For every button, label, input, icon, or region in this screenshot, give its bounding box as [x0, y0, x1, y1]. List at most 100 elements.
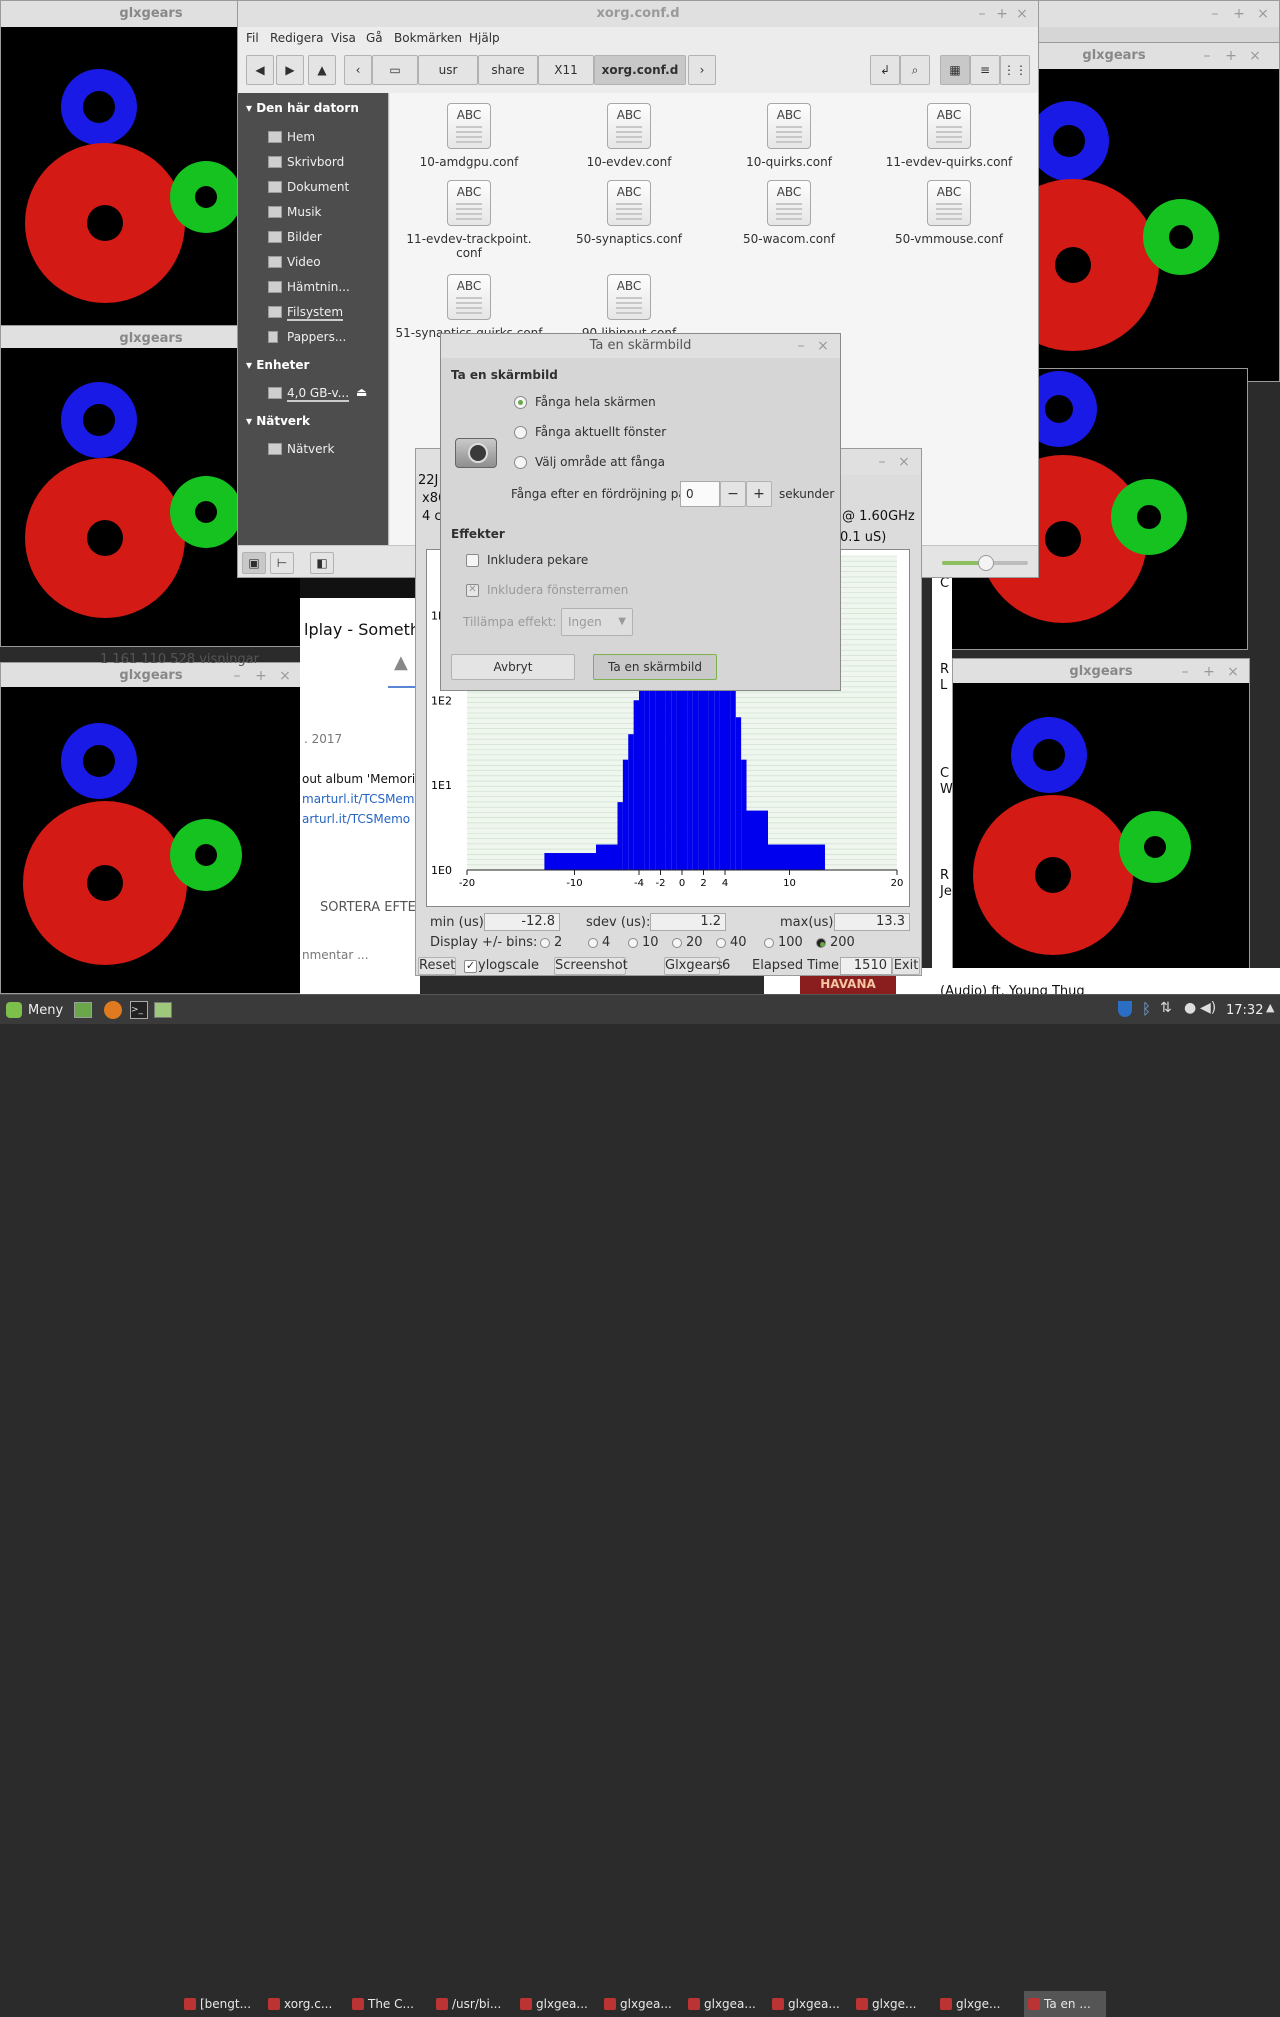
tray-arrow-icon[interactable]: ▲: [1266, 1001, 1274, 1014]
user-icon[interactable]: ●: [1184, 1000, 1196, 1016]
taskbar-window-button[interactable]: glxgea...: [684, 1991, 766, 2017]
list-view-button[interactable]: ≡: [970, 55, 1000, 85]
close-icon[interactable]: ×: [894, 449, 914, 475]
places-button[interactable]: ▣: [242, 552, 266, 574]
sidebar-video-title[interactable]: W: [940, 782, 953, 797]
close-icon[interactable]: ×: [1253, 1, 1273, 27]
capture-area-radio[interactable]: [514, 456, 527, 469]
delay-decrement-button[interactable]: −: [720, 481, 746, 507]
maximize-icon[interactable]: +: [992, 1, 1012, 27]
video-title[interactable]: lplay - Someth: [304, 620, 420, 639]
sidebar-video-title[interactable]: L: [940, 678, 947, 693]
taskbar-window-button[interactable]: /usr/bi...: [432, 1991, 514, 2017]
zoom-slider-handle[interactable]: [978, 555, 994, 571]
close-icon[interactable]: ×: [1223, 659, 1243, 685]
clock[interactable]: 17:32: [1226, 1003, 1263, 1018]
back-button[interactable]: ◀: [246, 55, 274, 85]
sidebar-splitter[interactable]: [388, 93, 389, 545]
sort-button[interactable]: SORTERA EFTE: [320, 900, 416, 915]
close-icon[interactable]: ×: [813, 334, 833, 358]
sidebar-item-downloads[interactable]: Hämtnin...: [287, 280, 350, 294]
take-screenshot-button[interactable]: Ta en skärmbild: [593, 654, 717, 680]
menu-file[interactable]: Fil: [246, 31, 259, 45]
crumb-share[interactable]: share: [478, 55, 538, 85]
effect-dropdown[interactable]: Ingen ▼: [561, 608, 633, 636]
crumb-xorg-conf-d[interactable]: xorg.conf.d: [594, 55, 686, 85]
compact-view-button[interactable]: ⋮⋮: [1000, 55, 1030, 85]
toggle-location-button[interactable]: ↲: [870, 55, 900, 85]
maximize-icon[interactable]: +: [1199, 659, 1219, 685]
menu-view[interactable]: Visa: [331, 31, 356, 45]
exit-button[interactable]: Exit: [892, 957, 920, 975]
sidebar-video-title[interactable]: C: [940, 766, 949, 781]
file-item[interactable]: ABC 50-wacom.conf: [714, 180, 864, 246]
firefox-icon[interactable]: [104, 1001, 122, 1019]
file-item[interactable]: ABC51-synaptics-quirks.conf: [394, 274, 544, 340]
search-button[interactable]: ⌕: [900, 55, 930, 85]
up-button[interactable]: ▲: [308, 55, 336, 85]
bins-radio[interactable]: [588, 938, 598, 948]
file-item[interactable]: ABC90-libinput.conf: [554, 274, 704, 340]
bluetooth-icon[interactable]: ᛒ: [1142, 1000, 1151, 1018]
file-item[interactable]: ABC 50-synaptics.conf: [554, 180, 704, 246]
file-item[interactable]: ABC 50-vmmouse.conf: [874, 180, 1024, 246]
ylogscale-checkbox[interactable]: ✓: [464, 960, 477, 973]
capture-screen-radio[interactable]: [514, 396, 527, 409]
sidebar-item-desktop[interactable]: Skrivbord: [287, 155, 344, 169]
include-border-label[interactable]: Inkludera fönsterramen: [487, 583, 628, 597]
minimize-icon[interactable]: –: [791, 334, 811, 358]
file-item[interactable]: ABC 10-quirks.conf: [714, 103, 864, 169]
sidebar-item-documents[interactable]: Dokument: [287, 180, 349, 194]
minimize-icon[interactable]: –: [972, 1, 992, 27]
shield-icon[interactable]: [1118, 1001, 1132, 1017]
sidebar-video-title[interactable]: Je: [940, 884, 952, 899]
crumb-right-button[interactable]: ›: [688, 55, 716, 85]
minimize-icon[interactable]: –: [1197, 43, 1217, 69]
bins-radio[interactable]: [672, 938, 682, 948]
tree-button[interactable]: ⊢: [270, 552, 294, 574]
include-pointer-checkbox[interactable]: [466, 554, 479, 567]
close-icon[interactable]: ×: [275, 663, 295, 689]
file-item[interactable]: ABC 11-evdev-trackpoint. conf: [394, 180, 544, 260]
delay-input[interactable]: 0: [680, 481, 720, 507]
comment-input[interactable]: nmentar ...: [302, 948, 369, 962]
sidebar-item-music[interactable]: Musik: [287, 205, 322, 219]
taskbar-window-button[interactable]: Ta en ...: [1024, 1991, 1106, 2017]
glxgears-window-bottom-left[interactable]: glxgears – + ×: [0, 662, 302, 994]
bins-radio[interactable]: [816, 938, 826, 948]
sidebar-section-computer[interactable]: ▾ Den här datorn: [246, 101, 359, 115]
show-desktop-icon[interactable]: [74, 1002, 92, 1018]
terminal-icon[interactable]: >_: [130, 1001, 148, 1019]
minimize-icon[interactable]: –: [1175, 659, 1195, 685]
taskbar-window-button[interactable]: glxgea...: [516, 1991, 598, 2017]
sidebar-item-usb-drive[interactable]: 4,0 GB-v...: [287, 386, 350, 402]
file-item[interactable]: ABC 10-amdgpu.conf: [394, 103, 544, 169]
capture-window-label[interactable]: Fånga aktuellt fönster: [535, 425, 666, 439]
mint-menu-icon[interactable]: [6, 1002, 22, 1018]
hide-sidebar-button[interactable]: ◧: [310, 552, 334, 574]
taskbar-window-button[interactable]: xorg.c...: [264, 1991, 346, 2017]
screenshot-button[interactable]: Screenshot: [554, 957, 628, 975]
bins-radio[interactable]: [764, 938, 774, 948]
icon-view-button[interactable]: ▦: [940, 55, 970, 85]
sidebar-section-devices[interactable]: ▾ Enheter: [246, 358, 309, 372]
sidebar-video-title[interactable]: R: [940, 868, 949, 883]
include-pointer-label[interactable]: Inkludera pekare: [487, 553, 588, 567]
sidebar-item-home[interactable]: Hem: [287, 130, 315, 144]
taskbar-window-button[interactable]: glxgea...: [768, 1991, 850, 2017]
sidebar-video-title[interactable]: C: [940, 576, 949, 591]
files-icon[interactable]: [154, 1002, 172, 1018]
maximize-icon[interactable]: +: [1229, 1, 1249, 27]
close-icon[interactable]: ×: [1012, 1, 1032, 27]
crumb-left-button[interactable]: ‹: [344, 55, 372, 85]
maximize-icon[interactable]: +: [1221, 43, 1241, 69]
glxgears-window-bottom-right[interactable]: glxgears – + ×: [952, 658, 1250, 984]
taskbar-window-button[interactable]: glxge...: [936, 1991, 1018, 2017]
taskbar-window-button[interactable]: The C...: [348, 1991, 430, 2017]
menu-button[interactable]: Meny: [28, 1003, 63, 1018]
sidebar-item-network[interactable]: Nätverk: [287, 442, 334, 456]
menu-help[interactable]: Hjälp: [469, 31, 500, 45]
bins-radio[interactable]: [716, 938, 726, 948]
volume-icon[interactable]: ◀): [1200, 1000, 1216, 1016]
sidebar-item-videos[interactable]: Video: [287, 255, 321, 269]
